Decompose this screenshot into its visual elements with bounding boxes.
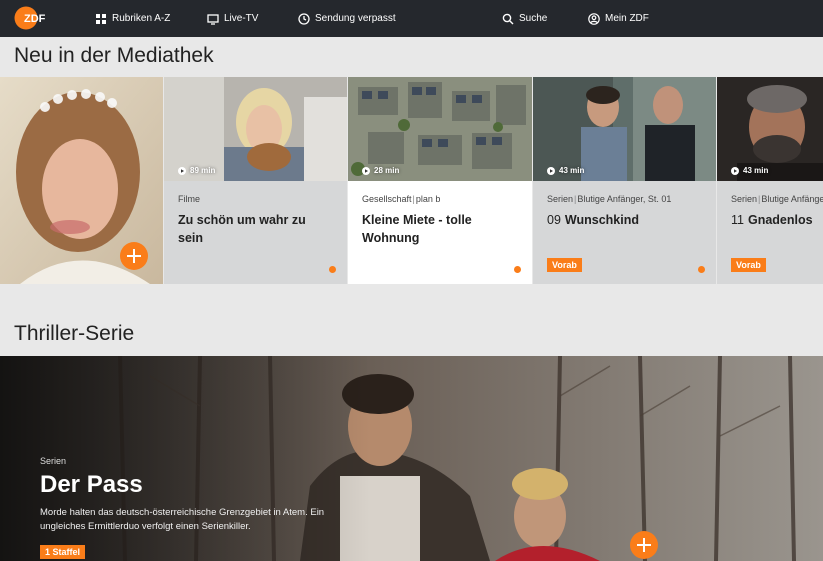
teaser-thumbnail: 89 min bbox=[164, 77, 347, 181]
teaser-genre: Gesellschaft bbox=[362, 194, 412, 204]
teaser-thumbnail: 28 min bbox=[348, 77, 532, 181]
episode-number: 09 bbox=[547, 213, 561, 227]
teaser-meta: Serien|Blutige Anfänger, St. 01 bbox=[547, 194, 672, 204]
new-indicator-dot bbox=[514, 266, 521, 273]
nav-live-tv[interactable]: Live-TV bbox=[207, 0, 258, 37]
vorab-badge: Vorab bbox=[731, 258, 766, 272]
top-navigation: ZDF Rubriken A-Z Live-TV Sendung verpass… bbox=[0, 0, 823, 37]
teaser-title[interactable]: Kleine Miete - tolle Wohnung bbox=[362, 211, 518, 247]
teaser-subgenre: Blutige Anfänger, St. 01 bbox=[577, 194, 672, 204]
clock-icon bbox=[298, 12, 310, 25]
teaser-card[interactable]: 43 min Serien|Blutige Anfänger, St. 01 0… bbox=[533, 77, 716, 284]
teaser-info: Serien|Blutige Anfänger 11 Gnadenlos Vora… bbox=[717, 181, 823, 284]
teaser-thumbnail: 43 min bbox=[533, 77, 716, 181]
nav-live-tv-label: Live-TV bbox=[224, 13, 259, 24]
vorab-badge: Vorab bbox=[547, 258, 582, 272]
teaser-info: Gesellschaft|plan b Kleine Miete - tolle… bbox=[348, 181, 532, 284]
play-icon bbox=[362, 166, 370, 175]
hero-teaser[interactable]: Serien Der Pass Morde halten das deutsch… bbox=[0, 356, 823, 561]
nav-mein-zdf[interactable]: Mein ZDF bbox=[588, 0, 649, 37]
play-icon bbox=[178, 166, 186, 175]
teaser-subgenre: Blutige Anfänger bbox=[761, 194, 823, 204]
add-to-list-button[interactable] bbox=[120, 242, 148, 270]
teaser-card[interactable]: 28 min Gesellschaft|plan b Kleine Miete … bbox=[348, 77, 532, 284]
zdf-logo[interactable]: ZDF bbox=[14, 6, 54, 30]
teaser-info: Serien|Blutige Anfänger, St. 01 09 Wunsch… bbox=[533, 181, 716, 284]
section-title-thriller: Thriller-Serie bbox=[14, 322, 135, 345]
section-title-neu: Neu in der Mediathek bbox=[14, 44, 214, 67]
season-badge: 1 Staffel bbox=[40, 545, 86, 559]
teaser-genre: Serien bbox=[547, 194, 574, 204]
teaser-title[interactable]: 11 Gnadenlos bbox=[731, 211, 823, 229]
user-icon bbox=[588, 12, 600, 25]
teaser-title[interactable]: Zu schön um wahr zu sein bbox=[178, 211, 333, 247]
search-icon bbox=[502, 13, 514, 24]
teaser-info: Filme Zu schön um wahr zu sein bbox=[164, 181, 347, 284]
add-to-list-button[interactable] bbox=[630, 531, 658, 559]
new-indicator-dot bbox=[698, 266, 705, 273]
new-indicator-dot bbox=[329, 266, 336, 273]
duration-label: 89 min bbox=[178, 166, 215, 175]
logo-text: ZDF bbox=[24, 13, 46, 25]
teaser-card[interactable]: 89 min Filme Zu schön um wahr zu sein bbox=[164, 77, 347, 284]
nav-rubriken-label: Rubriken A-Z bbox=[112, 13, 171, 24]
nav-mein-zdf-label: Mein ZDF bbox=[605, 13, 649, 24]
nav-suche[interactable]: Suche bbox=[502, 0, 547, 37]
hero-genre: Serien bbox=[40, 456, 67, 466]
episode-title: Gnadenlos bbox=[747, 213, 813, 227]
duration-label: 28 min bbox=[362, 166, 399, 175]
teaser-thumbnail: 43 min bbox=[717, 77, 823, 181]
teaser-meta: Gesellschaft|plan b bbox=[362, 194, 441, 204]
nav-suche-label: Suche bbox=[519, 13, 548, 24]
nav-rubriken[interactable]: Rubriken A-Z bbox=[95, 0, 170, 37]
teaser-card[interactable]: 43 min Serien|Blutige Anfänger 11 Gnadenl… bbox=[717, 77, 823, 284]
episode-title: Wunschkind bbox=[564, 213, 639, 227]
grid-icon bbox=[96, 13, 106, 24]
duration-label: 43 min bbox=[731, 166, 768, 175]
play-icon bbox=[731, 166, 739, 175]
teaser-meta: Serien|Blutige Anfänger bbox=[731, 194, 823, 204]
play-icon bbox=[547, 166, 555, 175]
hero-title[interactable]: Der Pass bbox=[40, 471, 143, 499]
nav-sendung-verpasst[interactable]: Sendung verpasst bbox=[298, 0, 396, 37]
duration-label: 43 min bbox=[547, 166, 584, 175]
episode-number: 11 bbox=[731, 213, 744, 227]
teaser-subgenre: plan b bbox=[415, 194, 441, 204]
featured-teaser[interactable] bbox=[0, 77, 163, 284]
teaser-title[interactable]: 09 Wunschkind bbox=[547, 211, 702, 229]
nav-verpasst-label: Sendung verpasst bbox=[315, 13, 396, 24]
hero-description: Morde halten das deutsch-österreichische… bbox=[40, 507, 325, 532]
tv-icon bbox=[207, 13, 219, 25]
teaser-genre: Serien bbox=[731, 194, 758, 204]
teaser-genre: Filme bbox=[178, 194, 200, 204]
